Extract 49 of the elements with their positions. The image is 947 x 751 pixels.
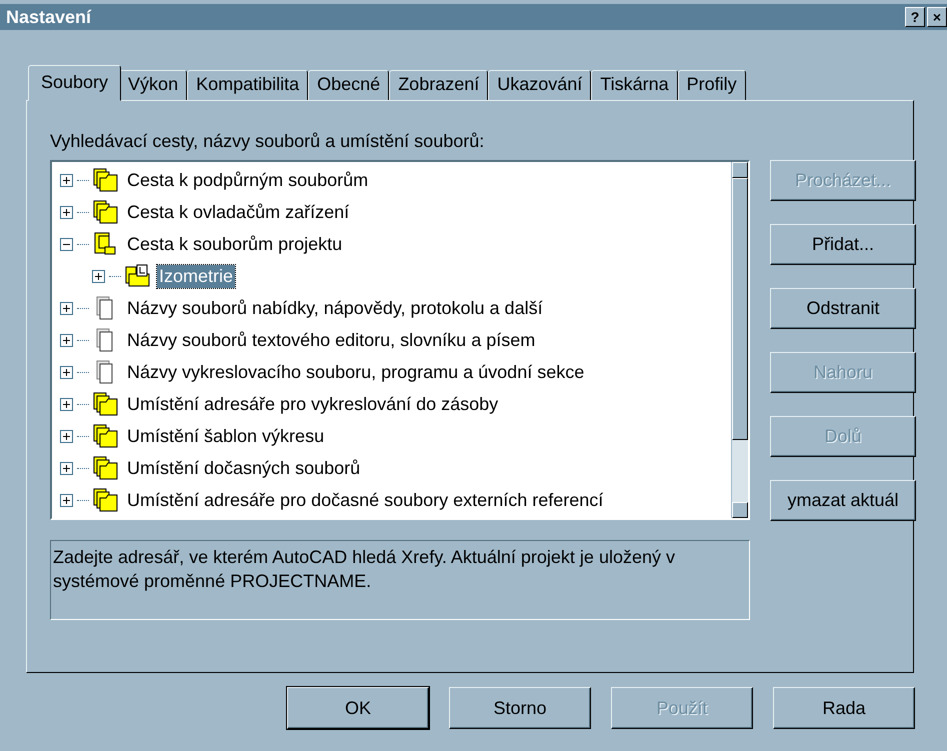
scrollbar[interactable] [731, 162, 748, 518]
folders-icon [93, 488, 119, 512]
folders-icon [93, 424, 119, 448]
expand-icon[interactable] [60, 174, 73, 186]
tab[interactable]: Kompatibilita [187, 70, 308, 100]
tree-item[interactable]: Umístění šablon výkresu [125, 424, 326, 448]
window-title: Nastavení [6, 6, 92, 28]
folders-icon [93, 456, 119, 480]
tree-item[interactable]: Názvy souborů nabídky, nápovědy, protokolu a další [125, 296, 545, 320]
side-button[interactable]: Přidat... [770, 224, 916, 265]
tab[interactable]: Ukazování [488, 70, 592, 100]
tree-item[interactable]: Názvy vykreslovacího souboru, programu a úvodní sekce [125, 360, 586, 384]
description-box: Zadejte adresář, ve kterém AutoCAD hledá Xrefy. Aktuální projekt je uložený v systémové proměnné PROJECTNAME. [50, 540, 750, 620]
side-button[interactable]: ymazat aktuál [770, 480, 916, 521]
expand-icon[interactable] [60, 302, 73, 314]
tree-label: Vyhledávací cesty, názvy souborů a umístění souborů: [50, 131, 486, 152]
tab[interactable]: Zobrazení [389, 70, 488, 100]
expand-icon[interactable] [60, 334, 73, 346]
tab[interactable]: Profily [678, 70, 746, 100]
collapse-icon[interactable] [60, 238, 73, 250]
tree-item[interactable]: Izometrie [157, 264, 236, 288]
expand-icon[interactable] [60, 398, 73, 410]
tab[interactable]: Soubory [28, 65, 122, 101]
tree-item[interactable]: Cesta k ovladačům zařízení [125, 200, 352, 224]
side-button[interactable]: Odstranit [770, 288, 916, 329]
folders-icon [93, 200, 119, 224]
folders-icon [93, 392, 119, 416]
tab[interactable]: Tiskárna [591, 70, 678, 100]
tree-item[interactable]: Umístění dočasných souborů [125, 456, 362, 480]
expand-icon[interactable] [60, 462, 73, 474]
dialog-button[interactable]: OK [287, 687, 429, 729]
tree-item[interactable]: Cesta k podpůrným souborům [125, 168, 370, 192]
folders-icon [93, 168, 119, 192]
tree-item[interactable]: Názvy souborů textového editoru, slovníku a písem [125, 328, 538, 352]
expand-icon[interactable] [92, 270, 105, 282]
tab[interactable]: Výkon [119, 70, 188, 100]
expand-icon[interactable] [60, 206, 73, 218]
tree-item[interactable]: Cesta k souborům projektu [125, 232, 344, 256]
close-button[interactable]: × [927, 7, 947, 27]
tab[interactable]: Obecné [308, 70, 390, 100]
expand-icon[interactable] [60, 430, 73, 442]
folder-drawing-icon [125, 264, 151, 288]
expand-icon[interactable] [60, 494, 73, 506]
tree-item[interactable]: Umístění adresáře pro dočasné soubory externích referencí [125, 488, 606, 512]
expand-icon[interactable] [60, 366, 73, 378]
tree-item[interactable]: Umístění adresáře pro vykreslování do zásoby [125, 392, 500, 416]
dialog-button[interactable]: Storno [449, 687, 591, 729]
dialog-button[interactable]: Rada [773, 687, 915, 729]
help-button[interactable]: ? [905, 7, 925, 27]
